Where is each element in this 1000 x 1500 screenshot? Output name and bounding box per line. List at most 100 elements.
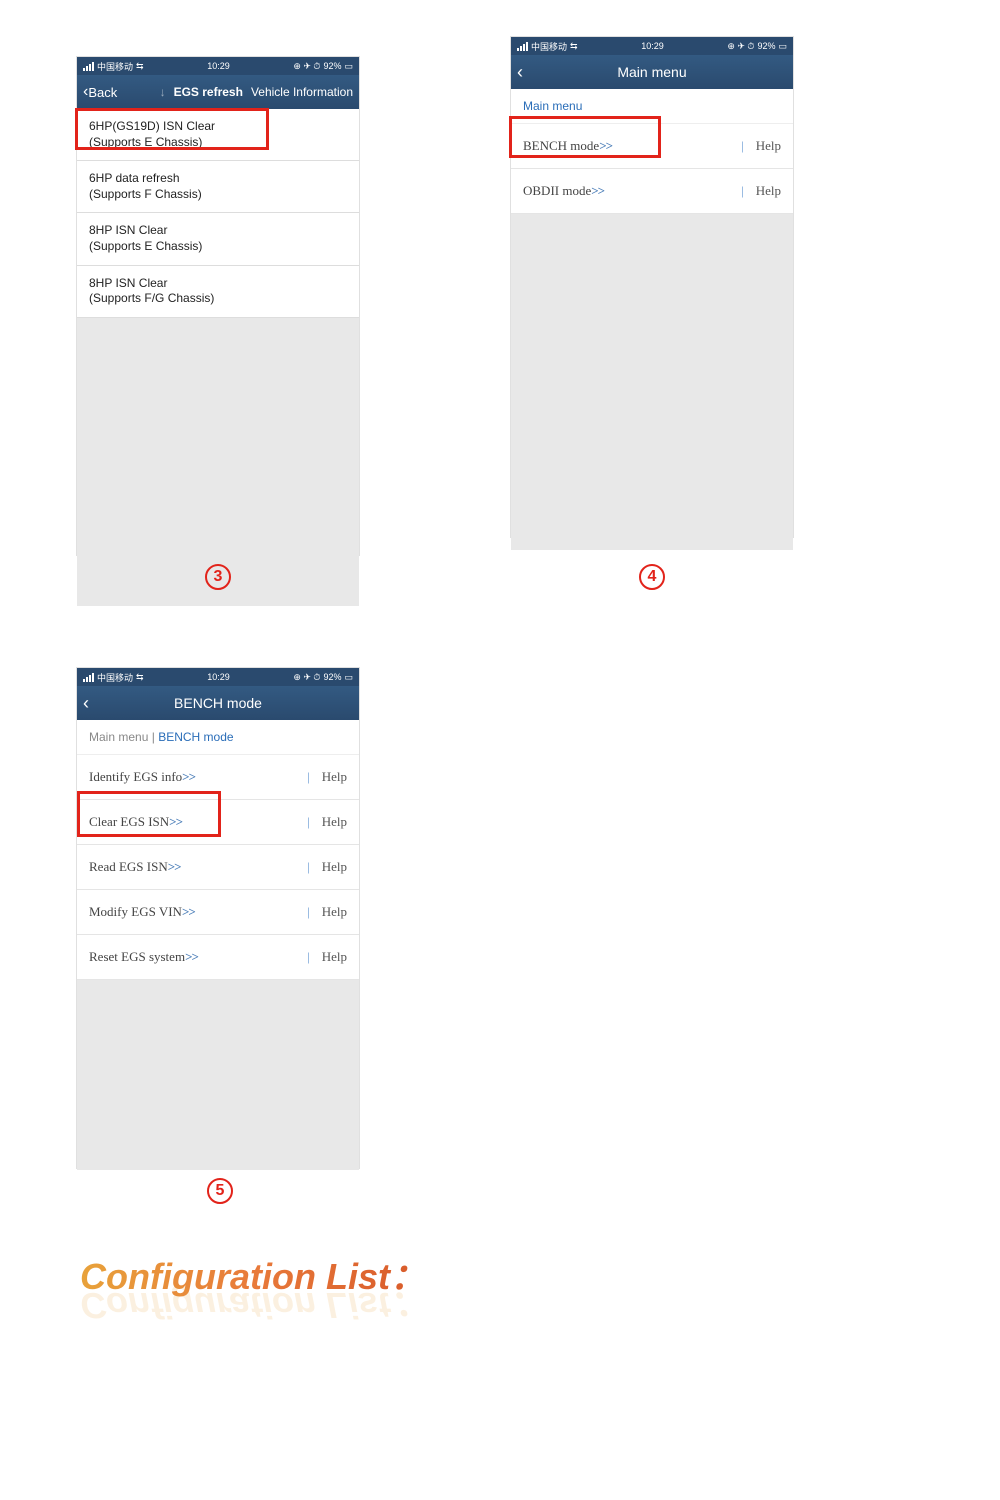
step-badge-5: 5 (207, 1178, 233, 1204)
breadcrumb-current[interactable]: Main menu (523, 99, 582, 113)
divider-icon: | (741, 183, 744, 199)
divider-icon: | (307, 904, 310, 920)
item-line2: (Supports E Chassis) (89, 135, 347, 151)
nav-subtitle: Vehicle Information (251, 85, 353, 99)
carrier-label: 中国移动 (97, 60, 133, 73)
help-link[interactable]: Help (322, 814, 347, 830)
help-link[interactable]: Help (322, 769, 347, 785)
battery-label: 92% (323, 672, 341, 682)
signal-icon (83, 673, 94, 682)
wifi-icon: ⇆ (136, 672, 144, 683)
heading-reflection: Configuration List： (80, 1282, 426, 1334)
phone-screenshot-3: 中国移动 ⇆ 10:29 ⊕ ✈ ⏱ 92% ▭ ‹ Back ↓ EGS re… (77, 57, 359, 555)
help-link[interactable]: Help (756, 183, 781, 199)
menu-item-modify-vin[interactable]: Modify EGS VIN>> | Help (77, 890, 359, 935)
breadcrumb-current[interactable]: BENCH mode (158, 730, 233, 744)
item-line2: (Supports F Chassis) (89, 187, 347, 203)
item-line2: (Supports E Chassis) (89, 239, 347, 255)
status-bar: 中国移动 ⇆ 10:29 ⊕ ✈ ⏱ 92% ▭ (77, 668, 359, 686)
menu-item-reset-egs[interactable]: Reset EGS system>> | Help (77, 935, 359, 980)
clock: 10:29 (641, 41, 664, 51)
menu-label: Read EGS ISN (89, 859, 168, 874)
breadcrumb-sep: | (152, 730, 155, 744)
back-button[interactable]: ‹ (77, 693, 89, 714)
phone-screenshot-4: 中国移动 ⇆ 10:29 ⊕ ✈ ⏱ 92% ▭ ‹ Main menu Mai… (511, 37, 793, 537)
wifi-icon: ⇆ (570, 41, 578, 52)
back-button[interactable]: ‹ Back (77, 83, 117, 101)
item-line1: 8HP ISN Clear (89, 223, 347, 239)
status-bar: 中国移动 ⇆ 10:29 ⊕ ✈ ⏱ 92% ▭ (511, 37, 793, 55)
item-line1: 8HP ISN Clear (89, 276, 347, 292)
phone-screenshot-5: 中国移动 ⇆ 10:29 ⊕ ✈ ⏱ 92% ▭ ‹ BENCH mode Ma… (77, 668, 359, 1168)
nav-bar: ‹ BENCH mode (77, 686, 359, 720)
signal-icon (83, 62, 94, 71)
step-badge-3: 3 (205, 564, 231, 590)
menu-label: BENCH mode (523, 138, 599, 153)
battery-label: 92% (757, 41, 775, 51)
list-item[interactable]: 6HP data refresh (Supports F Chassis) (77, 161, 359, 213)
status-icons: ⊕ ✈ ⏱ (727, 41, 754, 52)
help-link[interactable]: Help (322, 949, 347, 965)
menu-item-bench[interactable]: BENCH mode>> | Help (511, 124, 793, 169)
chevron-left-icon: ‹ (517, 62, 523, 83)
status-icons: ⊕ ✈ ⏱ (293, 61, 320, 72)
status-bar: 中国移动 ⇆ 10:29 ⊕ ✈ ⏱ 92% ▭ (77, 57, 359, 75)
divider-icon: | (307, 859, 310, 875)
item-line1: 6HP data refresh (89, 171, 347, 187)
step-badge-4: 4 (639, 564, 665, 590)
breadcrumb: Main menu (511, 89, 793, 124)
battery-icon: ▭ (778, 41, 787, 52)
help-link[interactable]: Help (322, 904, 347, 920)
menu-item-clear-isn[interactable]: Clear EGS ISN>> | Help (77, 800, 359, 845)
egs-function-list: Identify EGS info>> |Help Clear EGS ISN>… (77, 755, 359, 980)
chevron-right-icon: >> (182, 769, 195, 784)
chevron-right-icon: >> (599, 138, 612, 153)
menu-label: Modify EGS VIN (89, 904, 182, 919)
chevron-left-icon: ‹ (83, 693, 89, 714)
back-label: Back (88, 85, 117, 100)
divider-icon: | (307, 949, 310, 965)
chevron-right-icon: >> (169, 814, 182, 829)
chevron-right-icon: >> (168, 859, 181, 874)
status-icons: ⊕ ✈ ⏱ (293, 672, 320, 683)
carrier-label: 中国移动 (531, 40, 567, 53)
item-line1: 6HP(GS19D) ISN Clear (89, 119, 347, 135)
menu-label: Clear EGS ISN (89, 814, 169, 829)
menu-item-identify[interactable]: Identify EGS info>> | Help (77, 755, 359, 800)
clock: 10:29 (207, 61, 230, 71)
nav-title: BENCH mode (77, 695, 359, 711)
divider-icon: | (307, 814, 310, 830)
help-link[interactable]: Help (322, 859, 347, 875)
chevron-right-icon: >> (591, 183, 604, 198)
nav-bar: ‹ Main menu (511, 55, 793, 89)
chevron-right-icon: >> (182, 904, 195, 919)
nav-title: EGS refresh (174, 85, 243, 99)
battery-icon: ▭ (344, 672, 353, 683)
carrier-label: 中国移动 (97, 671, 133, 684)
menu-label: Reset EGS system (89, 949, 185, 964)
divider-icon: | (741, 138, 744, 154)
battery-label: 92% (323, 61, 341, 71)
signal-icon (517, 42, 528, 51)
help-link[interactable]: Help (756, 138, 781, 154)
nav-bar: ‹ Back ↓ EGS refresh Vehicle Information (77, 75, 359, 109)
list-item[interactable]: 8HP ISN Clear (Supports E Chassis) (77, 213, 359, 265)
nav-title: Main menu (511, 64, 793, 80)
menu-item-obdii[interactable]: OBDII mode>> | Help (511, 169, 793, 214)
function-list: 6HP(GS19D) ISN Clear (Supports E Chassis… (77, 109, 359, 318)
list-item[interactable]: 6HP(GS19D) ISN Clear (Supports E Chassis… (77, 109, 359, 161)
breadcrumb: Main menu | BENCH mode (77, 720, 359, 755)
menu-label: OBDII mode (523, 183, 591, 198)
breadcrumb-prev[interactable]: Main menu (89, 730, 148, 744)
clock: 10:29 (207, 672, 230, 682)
down-arrow-icon: ↓ (160, 85, 166, 99)
wifi-icon: ⇆ (136, 61, 144, 72)
divider-icon: | (307, 769, 310, 785)
back-button[interactable]: ‹ (511, 62, 523, 83)
mode-list: BENCH mode>> |Help OBDII mode>> |Help (511, 124, 793, 214)
menu-item-read-isn[interactable]: Read EGS ISN>> | Help (77, 845, 359, 890)
chevron-right-icon: >> (185, 949, 198, 964)
menu-label: Identify EGS info (89, 769, 182, 784)
item-line2: (Supports F/G Chassis) (89, 291, 347, 307)
list-item[interactable]: 8HP ISN Clear (Supports F/G Chassis) (77, 266, 359, 318)
